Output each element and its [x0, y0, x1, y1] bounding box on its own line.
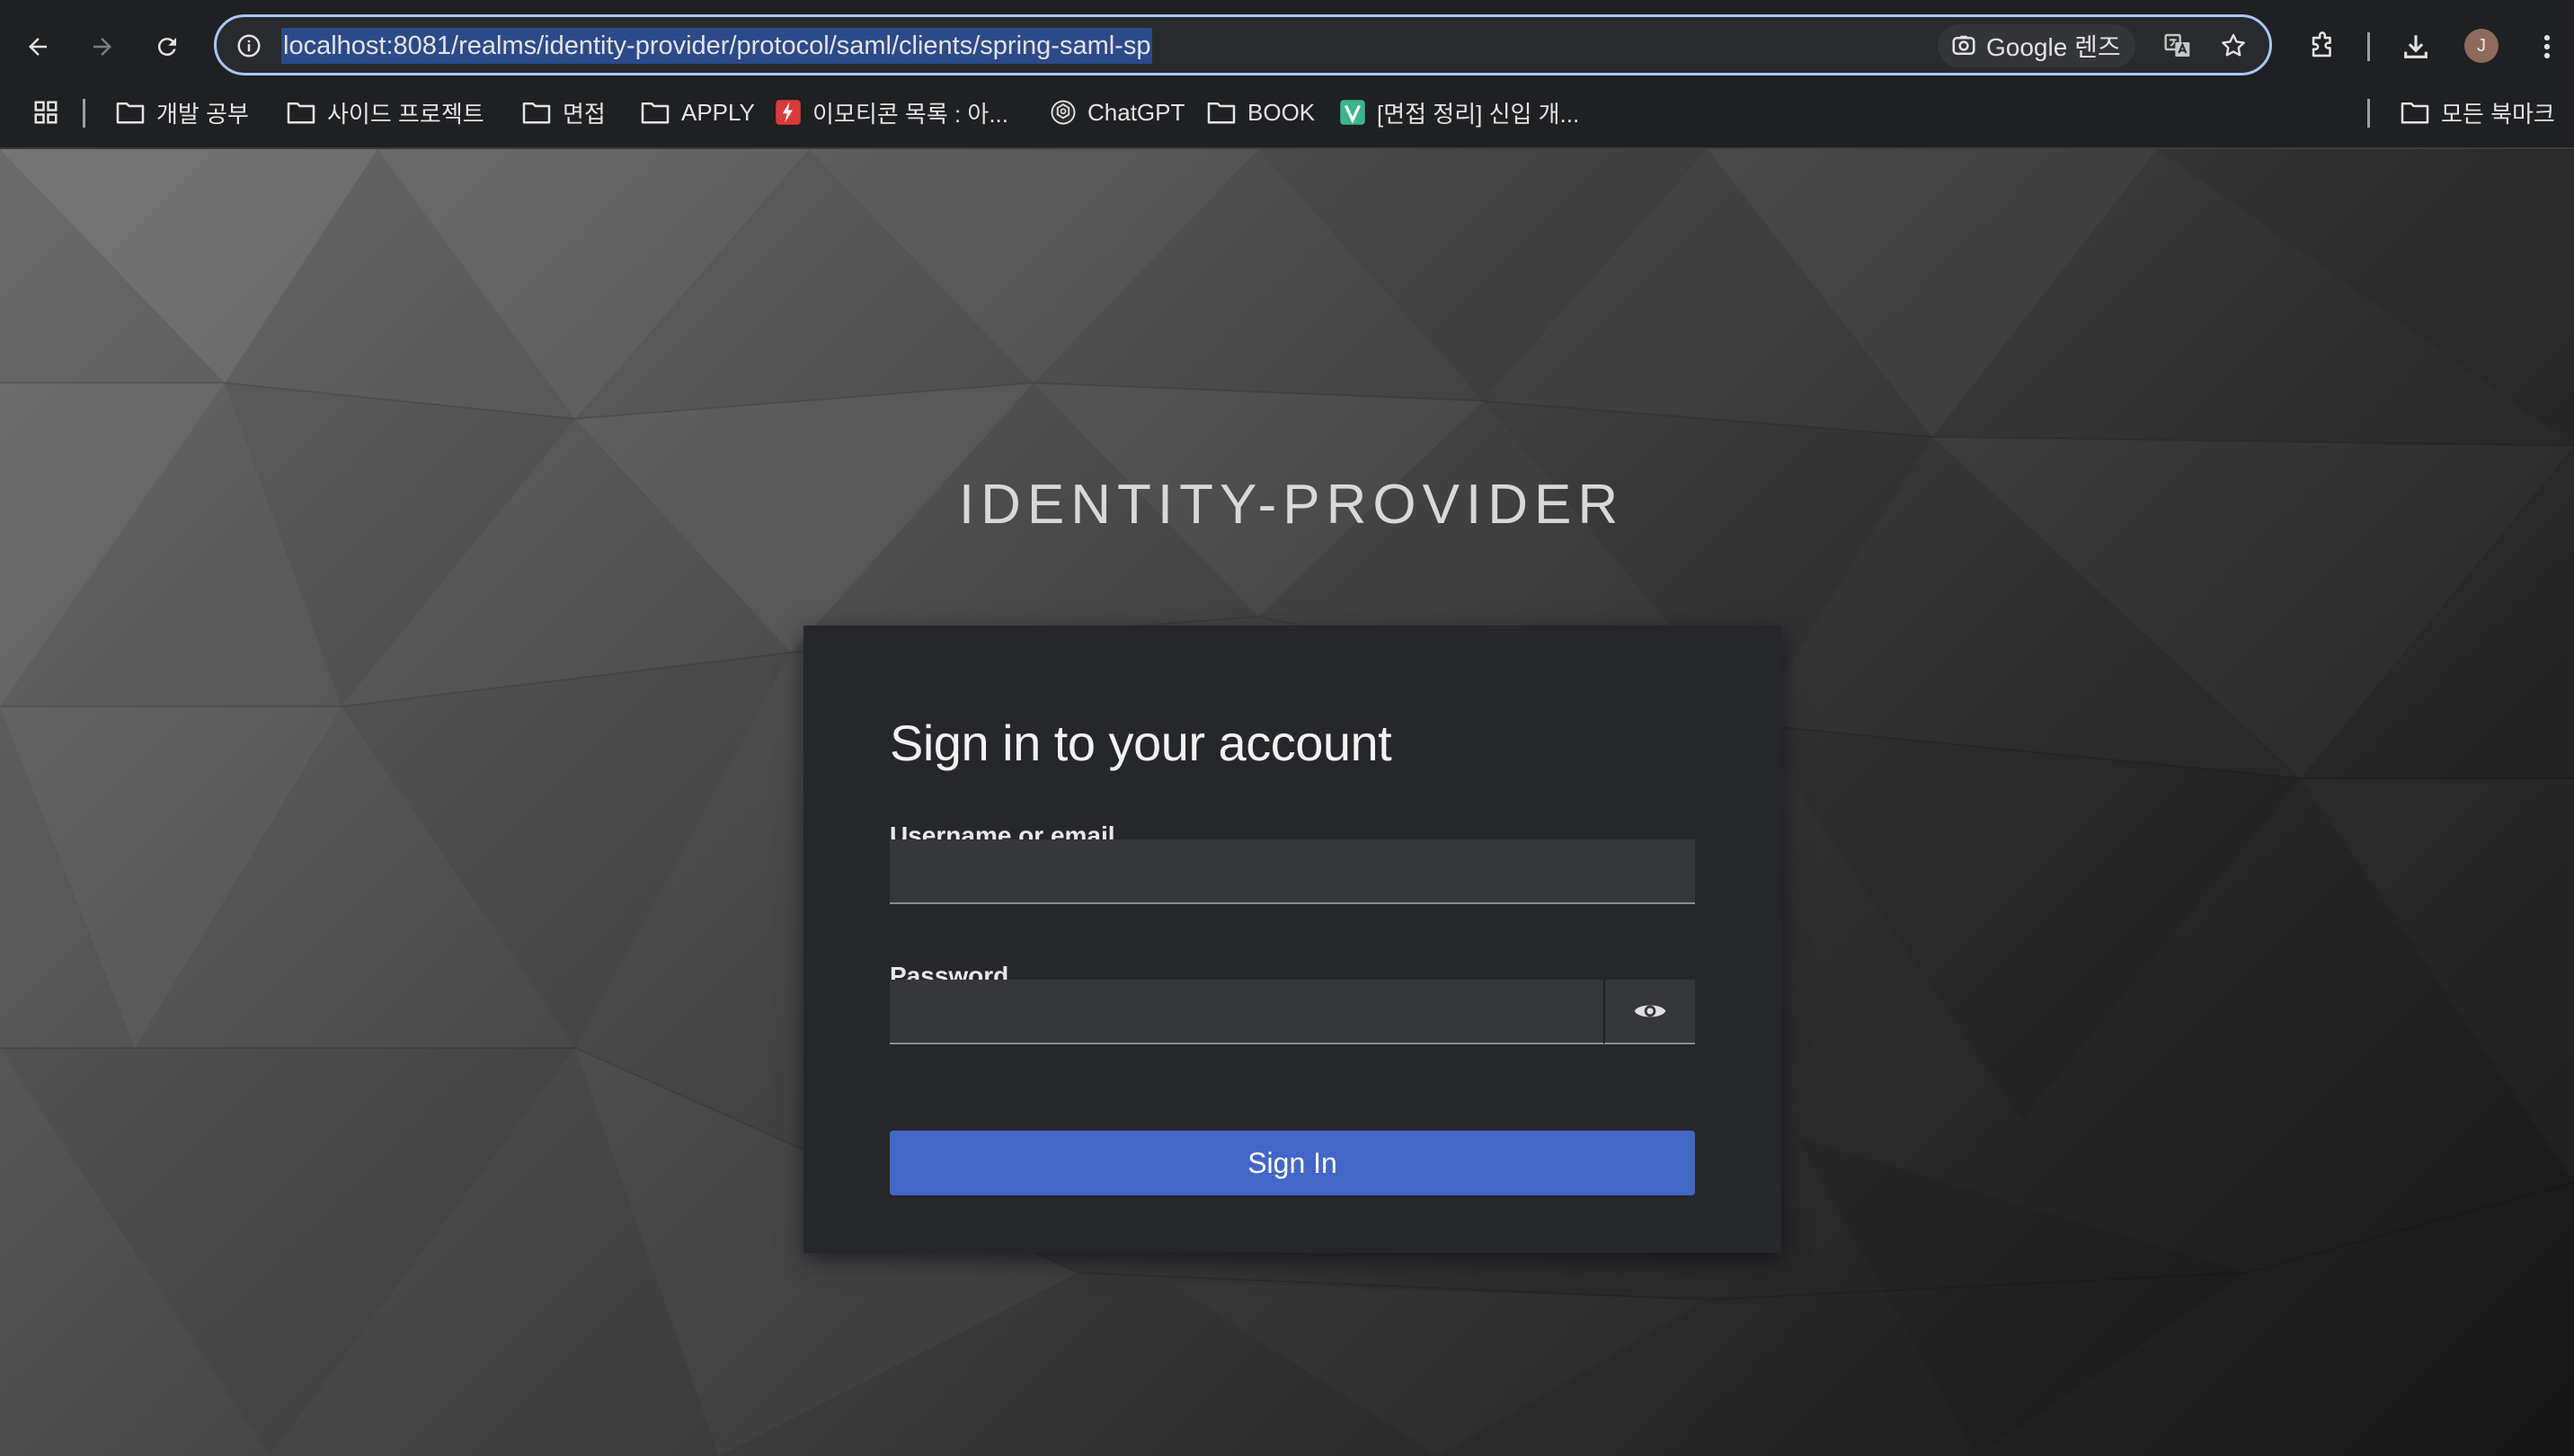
realm-title: IDENTITY-PROVIDER — [958, 474, 1625, 536]
bookmark-folder[interactable]: 개발 공부 — [115, 90, 249, 135]
download-icon — [2404, 35, 2428, 58]
v-site-icon — [1340, 100, 1365, 125]
extensions-button[interactable] — [2301, 25, 2344, 68]
bookmark-folder[interactable]: APPLY — [640, 90, 755, 135]
folder-icon — [522, 102, 551, 124]
star-icon — [2222, 33, 2245, 57]
folder-icon — [116, 102, 145, 124]
browser-chrome: localhost:8081/realms/identity-provider/… — [0, 0, 2574, 149]
reload-icon — [157, 38, 176, 57]
bookmark-label: ChatGPT — [1087, 98, 1185, 126]
lightning-site-icon — [776, 100, 801, 125]
lens-icon — [1952, 35, 1975, 55]
translate-icon — [2164, 33, 2190, 57]
sign-in-button[interactable]: Sign In — [890, 1131, 1695, 1195]
bookmark-link[interactable]: [면접 정리] 신입 개... — [1339, 90, 1579, 135]
puzzle-icon — [2312, 31, 2331, 58]
eye-icon — [1634, 1005, 1666, 1017]
arrow-right-icon — [93, 38, 111, 56]
bookmark-label: 사이드 프로젝트 — [327, 100, 484, 128]
url-text[interactable]: localhost:8081/realms/identity-provider/… — [281, 28, 1153, 64]
bookmarks-bar: 개발 공부 사이드 프로젝트 면접 APPLY 이모티콘 목록 : 아... C… — [0, 90, 2574, 135]
login-heading: Sign in to your account — [890, 715, 1392, 771]
profile-avatar[interactable]: J — [2464, 29, 2499, 63]
bookmark-label: [면접 정리] 신입 개... — [1377, 100, 1580, 128]
chatgpt-icon — [1051, 100, 1076, 125]
bookmark-label: APPLY — [681, 98, 755, 126]
translate-button[interactable] — [2158, 26, 2197, 66]
apps-grid-icon — [34, 101, 58, 124]
reload-button[interactable] — [147, 27, 187, 67]
site-info-button[interactable] — [229, 26, 269, 66]
arrow-left-icon — [29, 38, 47, 56]
bookmark-star-button[interactable] — [2214, 26, 2253, 66]
bookmark-label: 면접 — [563, 100, 606, 128]
google-lens-button[interactable]: Google 렌즈 — [1938, 24, 2135, 67]
downloads-button[interactable] — [2394, 25, 2437, 68]
all-bookmarks-folder[interactable]: 모든 북마크 — [2400, 90, 2555, 135]
bookmark-folder[interactable]: 사이드 프로젝트 — [286, 90, 484, 135]
forward-button[interactable] — [83, 27, 122, 67]
bookmark-label: BOOK — [1247, 98, 1316, 126]
bookmark-folder[interactable]: BOOK — [1206, 90, 1315, 135]
login-page: IDENTITY-PROVIDER Sign in to your accoun… — [0, 149, 2574, 1456]
info-icon — [237, 34, 261, 58]
apps-button[interactable] — [27, 93, 65, 131]
login-card: Sign in to your account Username or emai… — [803, 626, 1781, 1253]
more-vertical-icon — [2543, 34, 2551, 59]
bookmark-link[interactable]: ChatGPT — [1050, 90, 1185, 135]
address-bar[interactable]: localhost:8081/realms/identity-provider/… — [214, 14, 2272, 75]
back-button[interactable] — [18, 27, 58, 67]
show-password-button[interactable] — [1603, 980, 1695, 1044]
username-input[interactable] — [890, 839, 1695, 904]
folder-icon — [287, 102, 315, 124]
folder-icon — [2401, 102, 2429, 124]
bookmark-folder[interactable]: 면접 — [521, 90, 606, 135]
lens-label: Google 렌즈 — [1986, 33, 2121, 61]
bookmark-label: 이모티콘 목록 : 아... — [812, 100, 1009, 128]
bookmark-label: 모든 북마크 — [2441, 100, 2555, 128]
browser-menu-button[interactable] — [2527, 25, 2567, 68]
bookmark-link[interactable]: 이모티콘 목록 : 아... — [775, 90, 1008, 135]
bookmarks-divider — [2367, 99, 2370, 128]
folder-icon — [641, 102, 670, 124]
bookmarks-divider — [83, 99, 85, 128]
toolbar-divider — [2367, 32, 2370, 61]
folder-icon — [1207, 102, 1236, 124]
bookmark-label: 개발 공부 — [156, 100, 249, 128]
password-input[interactable] — [890, 980, 1603, 1044]
